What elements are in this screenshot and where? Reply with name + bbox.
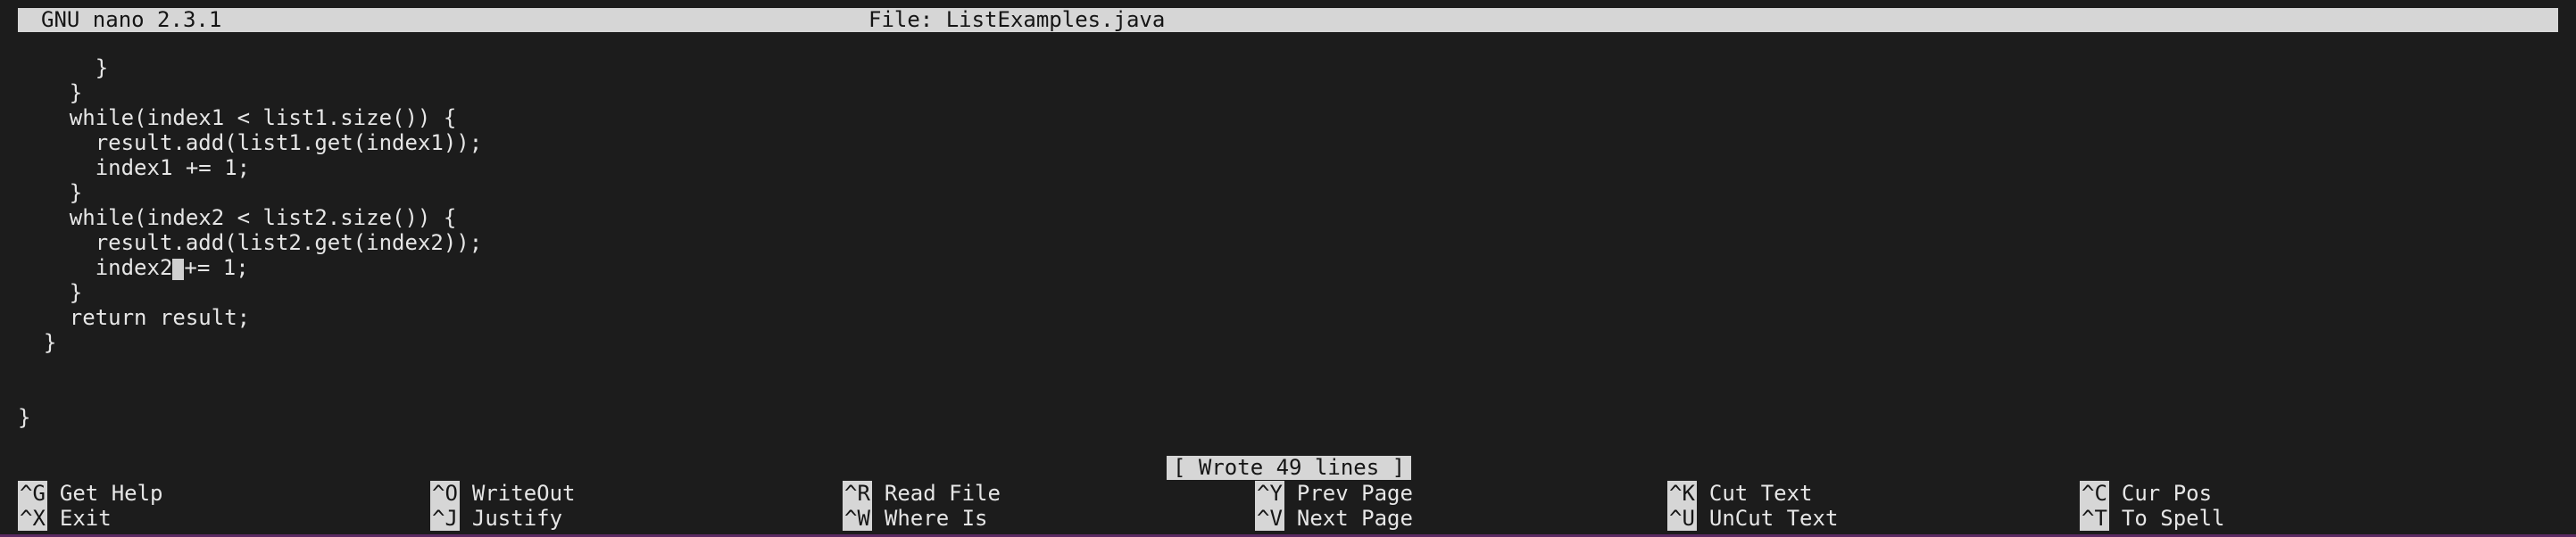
shortcut-label: Cut Text [1708,481,1813,506]
shortcut-key: ^Y [1255,481,1284,506]
code-line[interactable]: index1 += 1; [18,155,250,180]
code-line[interactable]: } [18,180,82,205]
shortcut-label: Read File [884,481,1001,506]
shortcut-label: Exit [59,506,112,531]
app-name: GNU nano 2.3.1 [41,7,222,32]
shortcut-key: ^O [430,481,460,506]
shortcut-key: ^V [1255,506,1284,531]
shortcut-where-is[interactable]: ^W Where Is [843,506,988,531]
shortcut-get-help[interactable]: ^G Get Help [18,481,163,506]
code-line[interactable]: result.add(list1.get(index1)); [18,130,482,155]
code-line-with-cursor[interactable]: index2 += 1; [18,255,249,280]
text-cursor [172,259,185,280]
shortcut-key: ^J [430,506,460,531]
shortcut-next-page[interactable]: ^V Next Page [1255,506,1413,531]
shortcut-label: Justify [471,506,563,531]
shortcut-key: ^K [1667,481,1697,506]
shortcut-label: WriteOut [471,481,576,506]
shortcut-exit[interactable]: ^X Exit [18,506,112,531]
code-line[interactable]: } [18,330,56,355]
code-text: += 1; [184,255,249,280]
code-line[interactable]: while(index1 < list1.size()) { [18,105,456,130]
shortcut-key: ^X [18,506,47,531]
shortcut-label: Prev Page [1296,481,1413,506]
shortcut-prev-page[interactable]: ^Y Prev Page [1255,481,1413,506]
file-name: File: ListExamples.java [868,7,1166,32]
code-line[interactable]: } [18,55,108,80]
shortcut-justify[interactable]: ^J Justify [430,506,562,531]
terminal-window[interactable]: GNU nano 2.3.1 File: ListExamples.java }… [0,0,2576,537]
shortcut-to-spell[interactable]: ^T To Spell [2080,506,2225,531]
code-text: index2 [18,255,173,280]
shortcut-writeout[interactable]: ^O WriteOut [430,481,576,506]
shortcut-label: Get Help [59,481,163,506]
code-line[interactable]: while(index2 < list2.size()) { [18,205,456,230]
status-message: [ Wrote 49 lines ] [1167,456,1412,480]
shortcut-cut-text[interactable]: ^K Cut Text [1667,481,1813,506]
shortcut-label: To Spell [2121,506,2225,531]
code-line[interactable]: result.add(list2.get(index2)); [18,230,482,255]
shortcut-label: UnCut Text [1708,506,1839,531]
code-line[interactable]: } [18,80,82,105]
code-line[interactable]: } [18,280,82,305]
shortcut-key: ^G [18,481,47,506]
shortcut-key: ^U [1667,506,1697,531]
shortcut-label: Cur Pos [2121,481,2213,506]
shortcut-uncut-text[interactable]: ^U UnCut Text [1667,506,1838,531]
shortcut-key: ^C [2080,481,2109,506]
code-line[interactable]: return result; [18,305,250,330]
shortcut-key: ^R [843,481,872,506]
title-bar: GNU nano 2.3.1 File: ListExamples.java [18,8,2558,32]
shortcut-cur-pos[interactable]: ^C Cur Pos [2080,481,2212,506]
shortcut-read-file[interactable]: ^R Read File [843,481,1001,506]
shortcut-key: ^T [2080,506,2109,531]
code-line[interactable]: } [18,405,30,430]
shortcut-key: ^W [843,506,872,531]
shortcut-label: Where Is [884,506,988,531]
shortcut-label: Next Page [1296,506,1413,531]
